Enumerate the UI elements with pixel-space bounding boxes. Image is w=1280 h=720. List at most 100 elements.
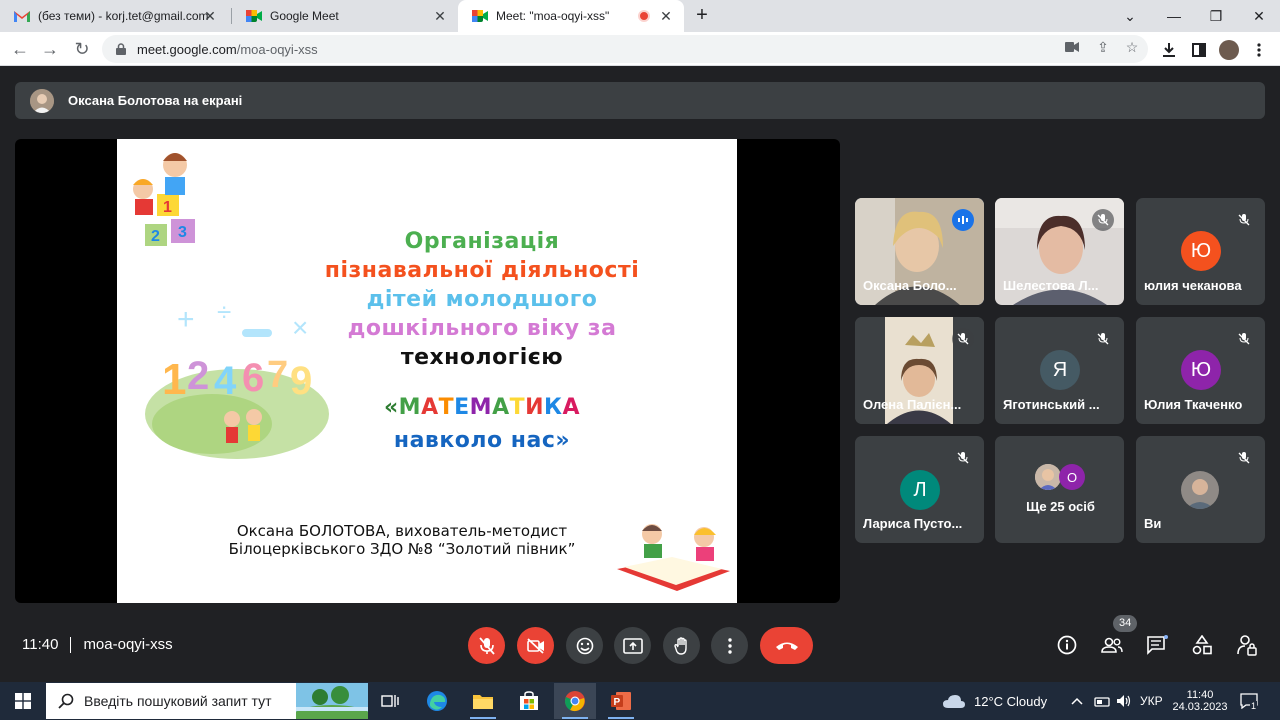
lock-person-icon xyxy=(1237,635,1257,656)
participant-tile[interactable]: Олена Палієн... xyxy=(855,317,984,424)
meeting-time: 11:40 xyxy=(22,636,59,653)
search-highlight-image xyxy=(296,683,368,719)
close-tab-icon[interactable]: ✕ xyxy=(658,8,674,24)
emoji-icon xyxy=(576,637,593,654)
speaking-indicator-icon xyxy=(952,209,974,231)
author-line-2: Білоцерківського ЗДО №8 “Золотий півник” xyxy=(228,540,576,558)
activities-button[interactable] xyxy=(1189,632,1215,658)
share-icon[interactable]: ⇪ xyxy=(1095,39,1111,55)
camera-in-use-icon[interactable] xyxy=(1064,39,1080,55)
tab-google-meet[interactable]: Google Meet ✕ xyxy=(232,0,458,32)
gmail-icon xyxy=(14,8,30,24)
tray-overflow-icon[interactable] xyxy=(1071,683,1083,719)
participant-name: Шелестова Л... xyxy=(1003,278,1099,293)
download-icon[interactable] xyxy=(1159,40,1179,60)
info-icon xyxy=(1057,635,1077,655)
restore-button[interactable]: ❐ xyxy=(1194,0,1238,32)
profile-avatar[interactable] xyxy=(1219,40,1239,60)
participant-tile[interactable]: Ю юлия чеканова xyxy=(1136,198,1265,305)
notification-count: 1 xyxy=(1250,701,1258,711)
self-avatar xyxy=(1181,471,1219,509)
notifications-button[interactable]: 1 xyxy=(1240,683,1265,719)
project-title-letter: Т xyxy=(509,395,526,420)
meet-icon xyxy=(472,8,488,24)
mic-off-icon xyxy=(478,636,495,655)
people-button[interactable] xyxy=(1099,632,1125,658)
bookmark-star-icon[interactable]: ☆ xyxy=(1124,39,1140,55)
more-participants-tile[interactable]: О Ще 25 осіб xyxy=(995,436,1124,543)
participant-tile[interactable]: Шелестова Л... xyxy=(995,198,1124,305)
side-panel-icon[interactable] xyxy=(1189,40,1209,60)
more-options-button[interactable] xyxy=(711,627,748,664)
raise-hand-button[interactable] xyxy=(663,627,700,664)
project-title-word: МАТЕМАТИКА xyxy=(399,395,580,420)
tab-title: Meet: "moa-oqyi-xss" xyxy=(496,9,610,23)
browser-menu-icon[interactable] xyxy=(1249,40,1269,60)
participant-avatar: Ю xyxy=(1181,231,1221,271)
taskbar-store[interactable] xyxy=(508,683,550,719)
present-screen-button[interactable] xyxy=(614,627,651,664)
taskbar-powerpoint[interactable]: P xyxy=(600,683,642,719)
weather-widget[interactable]: 12°C Cloudy xyxy=(942,683,1047,719)
hand-icon xyxy=(673,636,687,655)
svg-text:1: 1 xyxy=(163,199,172,216)
mic-off-icon xyxy=(952,328,974,350)
windows-start-button[interactable] xyxy=(2,683,44,719)
lock-icon[interactable] xyxy=(114,42,128,56)
participant-tile[interactable]: Ю Юлия Ткаченко xyxy=(1136,317,1265,424)
mic-off-icon xyxy=(1092,328,1114,350)
minimize-button[interactable]: — xyxy=(1152,0,1196,32)
svg-text:P: P xyxy=(614,697,621,708)
tab-gmail[interactable]: (без теми) - korj.tet@gmail.com ✕ xyxy=(0,0,228,32)
activities-icon xyxy=(1192,635,1212,655)
volume-icon[interactable] xyxy=(1116,683,1132,719)
meeting-details-button[interactable] xyxy=(1054,632,1080,658)
clock[interactable]: 11:40 24.03.2023 xyxy=(1172,683,1228,719)
camera-off-icon xyxy=(526,637,544,654)
folder-icon xyxy=(473,695,493,709)
participant-name: Оксана Боло... xyxy=(863,278,957,293)
forward-icon[interactable]: → xyxy=(38,37,62,61)
mic-toggle-button[interactable] xyxy=(468,627,505,664)
participant-name: Лариса Пусто... xyxy=(863,516,963,531)
more-participants-label: Ще 25 осіб xyxy=(1026,499,1095,514)
taskbar-search-box[interactable]: Введіть пошуковий запит тут xyxy=(46,683,368,719)
camera-toggle-button[interactable] xyxy=(517,627,554,664)
project-title-line-1: «МАТЕМАТИКА xyxy=(117,395,737,420)
taskbar-explorer[interactable] xyxy=(462,683,504,719)
network-icon[interactable] xyxy=(1094,683,1110,719)
project-title-letter: А xyxy=(421,395,439,420)
taskbar-edge[interactable] xyxy=(416,683,458,719)
mic-off-icon xyxy=(1233,328,1255,350)
reload-icon[interactable]: ↻ xyxy=(70,37,94,61)
back-icon[interactable]: ← xyxy=(8,37,32,61)
leave-call-button[interactable] xyxy=(760,627,813,664)
address-bar[interactable]: meet.google.com/moa-oqyi-xss xyxy=(102,35,1148,63)
task-view-button[interactable] xyxy=(369,683,411,719)
recording-icon xyxy=(638,10,650,22)
language-indicator[interactable]: УКР xyxy=(1140,683,1163,719)
project-title-letter: И xyxy=(525,395,545,420)
slide-title-line-4: дошкільного віку за xyxy=(347,316,617,341)
chrome-icon xyxy=(565,691,585,712)
close-window-button[interactable]: ✕ xyxy=(1237,0,1280,32)
taskbar-chrome[interactable] xyxy=(554,683,596,719)
reactions-button[interactable] xyxy=(566,627,603,664)
participant-tile[interactable]: Л Лариса Пусто... xyxy=(855,436,984,543)
tab-meet-active[interactable]: Meet: "moa-oqyi-xss" ✕ xyxy=(458,0,684,32)
presenter-avatar xyxy=(30,88,54,113)
participant-tile[interactable]: Я Яготинський ... xyxy=(995,317,1124,424)
participant-tile[interactable]: Оксана Боло... xyxy=(855,198,984,305)
tab-search-icon[interactable]: ⌄ xyxy=(1108,0,1152,32)
meeting-info: 11:40 moa-oqyi-xss xyxy=(22,636,173,653)
close-tab-icon[interactable]: ✕ xyxy=(432,8,448,24)
url-path: /moa-oqyi-xss xyxy=(236,41,318,57)
host-controls-button[interactable] xyxy=(1234,632,1260,658)
mic-off-icon xyxy=(1092,209,1114,231)
slide-title-line-2: пізнавальної діяльності xyxy=(324,258,640,283)
close-tab-icon[interactable]: ✕ xyxy=(202,8,218,24)
chat-button[interactable] xyxy=(1144,632,1170,658)
new-tab-button[interactable]: + xyxy=(690,4,714,28)
mic-off-icon xyxy=(1233,209,1255,231)
self-tile[interactable]: Ви xyxy=(1136,436,1265,543)
